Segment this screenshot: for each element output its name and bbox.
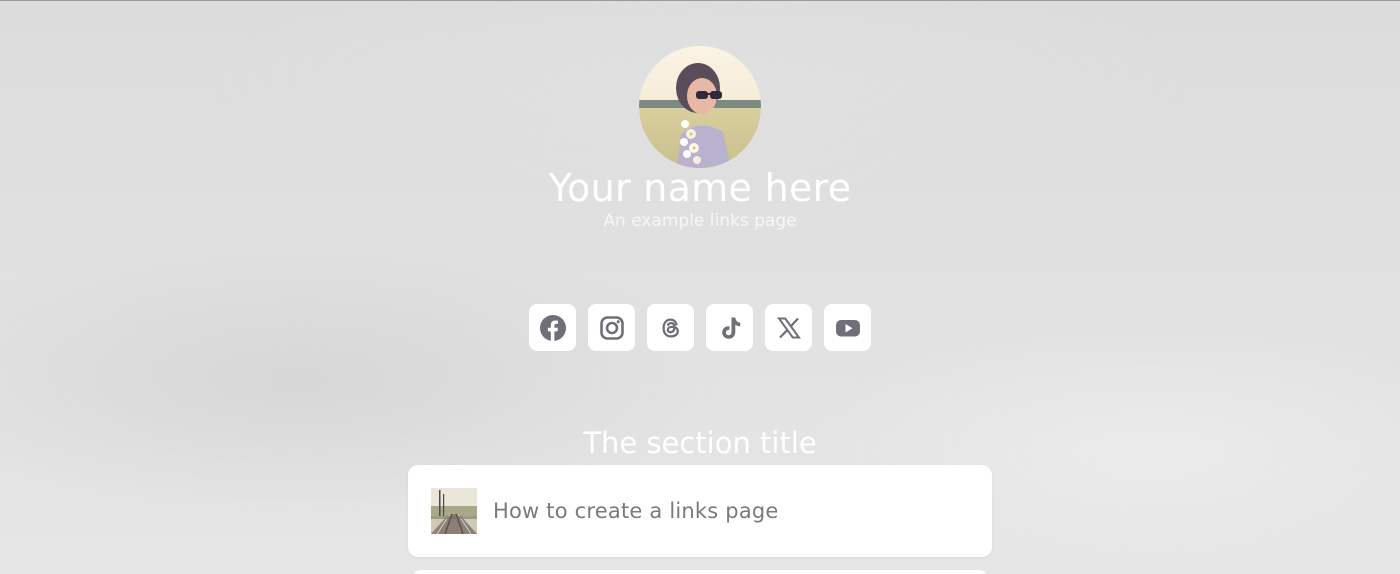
profile-name: Your name here [548,166,852,210]
instagram-button[interactable] [588,304,635,351]
youtube-button[interactable] [824,304,871,351]
instagram-icon [599,315,624,340]
facebook-icon [539,314,566,341]
link-card[interactable]: How to create a links page [408,465,992,557]
avatar [639,46,761,168]
social-links [0,304,1400,351]
link-card-partial[interactable] [414,570,986,574]
tiktok-button[interactable] [706,304,753,351]
link-label: How to create a links page [493,499,779,523]
section-title: The section title [583,426,817,460]
x-button[interactable] [765,304,812,351]
x-icon [776,317,801,338]
avatar-photo [639,46,761,168]
threads-button[interactable] [647,304,694,351]
profile-header: Your name here An example links page [0,46,1400,232]
link-thumbnail-image [431,488,477,534]
top-border [0,0,1400,1]
tiktok-icon [721,317,740,339]
youtube-icon [835,319,860,336]
link-thumbnail [431,488,477,534]
threads-icon [661,317,679,338]
profile-tagline: An example links page [603,211,797,231]
facebook-button[interactable] [529,304,576,351]
